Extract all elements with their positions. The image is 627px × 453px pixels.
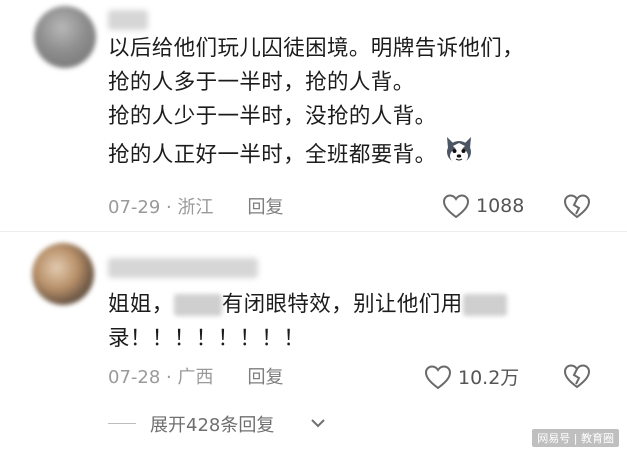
comment-item: 姐姐， 有闭眼特效，别让他们用 录！！！！！！！！ 07-28 · 广西 回复 10… [0, 232, 627, 407]
meta-separator: · [160, 367, 178, 388]
comment-line-text: 抢的人正好一半时，全班都要背。 [108, 142, 437, 168]
comment-line: 以后给他们玩儿囚徒困境。明牌告诉他们， [108, 36, 525, 61]
comment-date: 07-28 [108, 367, 161, 388]
comment-text-part: 姐姐， [108, 292, 174, 317]
avatar[interactable] [32, 243, 94, 305]
redacted-text [173, 294, 222, 316]
comment-line: 录！！！！！！！！ [108, 326, 306, 351]
comment-location: 浙江 [177, 197, 214, 218]
comment-text: 姐姐， 有闭眼特效，别让他们用 录！！！！！！！！ [108, 288, 507, 356]
heart-icon [442, 194, 470, 219]
broken-heart-icon [563, 194, 591, 219]
husky-dog-emoji-icon [443, 134, 475, 177]
username-blurred[interactable] [108, 258, 258, 278]
comment-line: 抢的人少于一半时，没抢的人背。 [108, 104, 437, 129]
comment-line: 抢的人正好一半时，全班都要背。 [108, 134, 524, 168]
reply-button[interactable]: 回复 [247, 197, 283, 218]
like-button[interactable]: 1088 [442, 193, 524, 219]
comment-text-part: 有闭眼特效，别让他们用 [221, 292, 463, 317]
comment-line: 抢的人多于一半时，抢的人背。 [108, 70, 415, 95]
comment-item: 以后给他们玩儿囚徒困境。明牌告诉他们， 抢的人多于一半时，抢的人背。 抢的人少于… [0, 0, 627, 232]
dislike-button[interactable] [563, 363, 591, 393]
reply-button[interactable]: 回复 [247, 367, 283, 388]
expand-replies-label: 展开428条回复 [150, 415, 275, 436]
meta-separator: · [160, 197, 178, 218]
watermark: 网易号 | 教育圈 [532, 429, 619, 447]
comment-meta: 07-28 · 广西 回复 [108, 363, 283, 389]
like-count: 10.2万 [458, 367, 520, 389]
like-count: 1088 [476, 195, 525, 217]
comment-line: 姐姐， 有闭眼特效，别让他们用 [108, 288, 507, 322]
chevron-down-icon [311, 419, 325, 428]
divider [108, 423, 136, 424]
redacted-text [462, 294, 507, 316]
like-button[interactable]: 10.2万 [424, 363, 519, 390]
dislike-button[interactable] [563, 193, 591, 223]
username-blurred[interactable] [108, 10, 148, 30]
avatar[interactable] [34, 6, 96, 68]
comment-text: 以后给他们玩儿囚徒困境。明牌告诉他们， 抢的人多于一半时，抢的人背。 抢的人少于… [108, 32, 524, 168]
broken-heart-icon [563, 364, 591, 389]
heart-icon [424, 364, 452, 389]
comment-location: 广西 [177, 367, 214, 388]
comment-meta: 07-29 · 浙江 回复 [108, 193, 283, 219]
comment-date: 07-29 [108, 197, 161, 218]
